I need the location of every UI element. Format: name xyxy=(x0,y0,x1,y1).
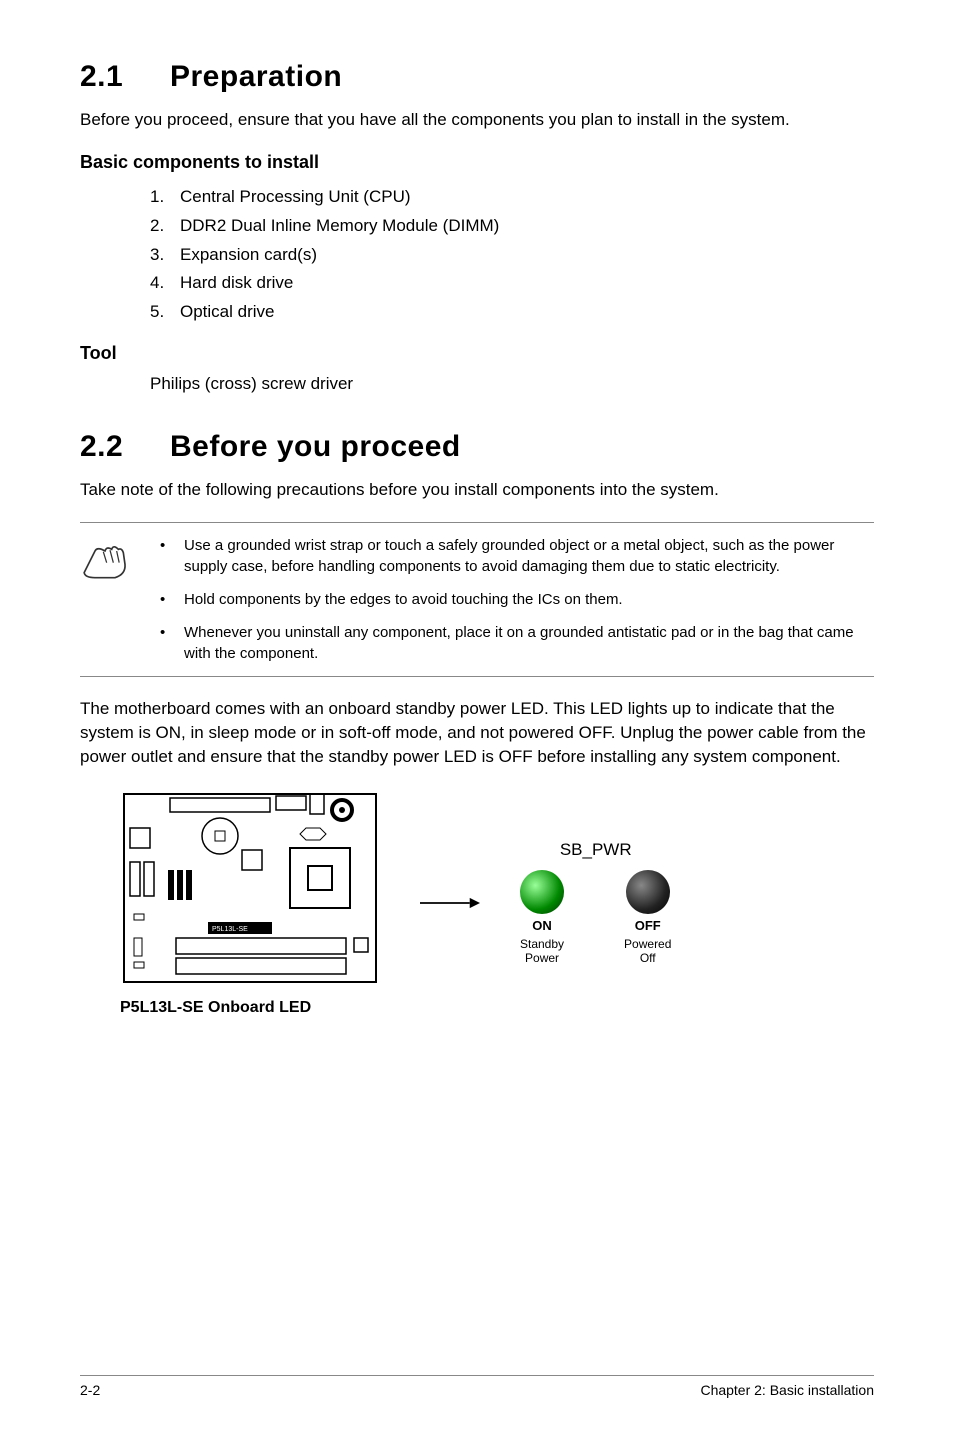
led-off-sub: PoweredOff xyxy=(624,937,671,966)
led-off-label: OFF xyxy=(635,918,661,933)
hand-note-icon xyxy=(80,535,140,664)
section1-intro: Before you proceed, ensure that you have… xyxy=(80,108,874,132)
motherboard-diagram: P5L13L-SE P5L13L-SE Onboard LED xyxy=(120,788,380,1017)
section-title: Before you proceed xyxy=(170,430,461,463)
section2-body: The motherboard comes with an onboard st… xyxy=(80,697,874,768)
section-num: 2.1 xyxy=(80,60,170,94)
arrow-icon xyxy=(420,893,480,913)
note-item: •Hold components by the edges to avoid t… xyxy=(160,589,874,610)
note-box: •Use a grounded wrist strap or touch a s… xyxy=(80,522,874,677)
section-heading-2-1: 2.1Preparation xyxy=(80,60,874,94)
list-item: 1.Central Processing Unit (CPU) xyxy=(150,183,874,212)
diagram-caption: P5L13L-SE Onboard LED xyxy=(120,999,380,1017)
sb-pwr-label: SB_PWR xyxy=(560,840,632,860)
led-on-icon xyxy=(520,870,564,914)
led-indicator-block: SB_PWR ON StandbyPower OFF PoweredOff xyxy=(520,840,671,966)
section2-intro: Take note of the following precautions b… xyxy=(80,478,874,502)
led-off-col: OFF PoweredOff xyxy=(624,870,671,966)
section-title: Preparation xyxy=(170,60,342,93)
svg-text:P5L13L-SE: P5L13L-SE xyxy=(212,926,248,933)
led-on-label: ON xyxy=(532,918,552,933)
led-off-icon xyxy=(626,870,670,914)
page-number: 2-2 xyxy=(80,1382,100,1398)
note-content: •Use a grounded wrist strap or touch a s… xyxy=(160,535,874,664)
basic-components-heading: Basic components to install xyxy=(80,152,874,173)
note-item: •Whenever you uninstall any component, p… xyxy=(160,622,874,664)
list-item: 4.Hard disk drive xyxy=(150,269,874,298)
page-footer: 2-2 Chapter 2: Basic installation xyxy=(80,1375,874,1398)
tool-heading: Tool xyxy=(80,343,874,364)
led-on-sub: StandbyPower xyxy=(520,937,564,966)
note-item: •Use a grounded wrist strap or touch a s… xyxy=(160,535,874,577)
section-num: 2.2 xyxy=(80,430,170,464)
list-item: 3.Expansion card(s) xyxy=(150,241,874,270)
list-item: 2.DDR2 Dual Inline Memory Module (DIMM) xyxy=(150,212,874,241)
list-item: 5.Optical drive xyxy=(150,298,874,327)
components-list: 1.Central Processing Unit (CPU) 2.DDR2 D… xyxy=(150,183,874,327)
chapter-label: Chapter 2: Basic installation xyxy=(700,1382,874,1398)
led-on-col: ON StandbyPower xyxy=(520,870,564,966)
section-heading-2-2: 2.2Before you proceed xyxy=(80,430,874,464)
diagram-row: P5L13L-SE P5L13L-SE Onboard LED SB_PWR O… xyxy=(120,788,874,1017)
tool-text: Philips (cross) screw driver xyxy=(150,374,874,394)
